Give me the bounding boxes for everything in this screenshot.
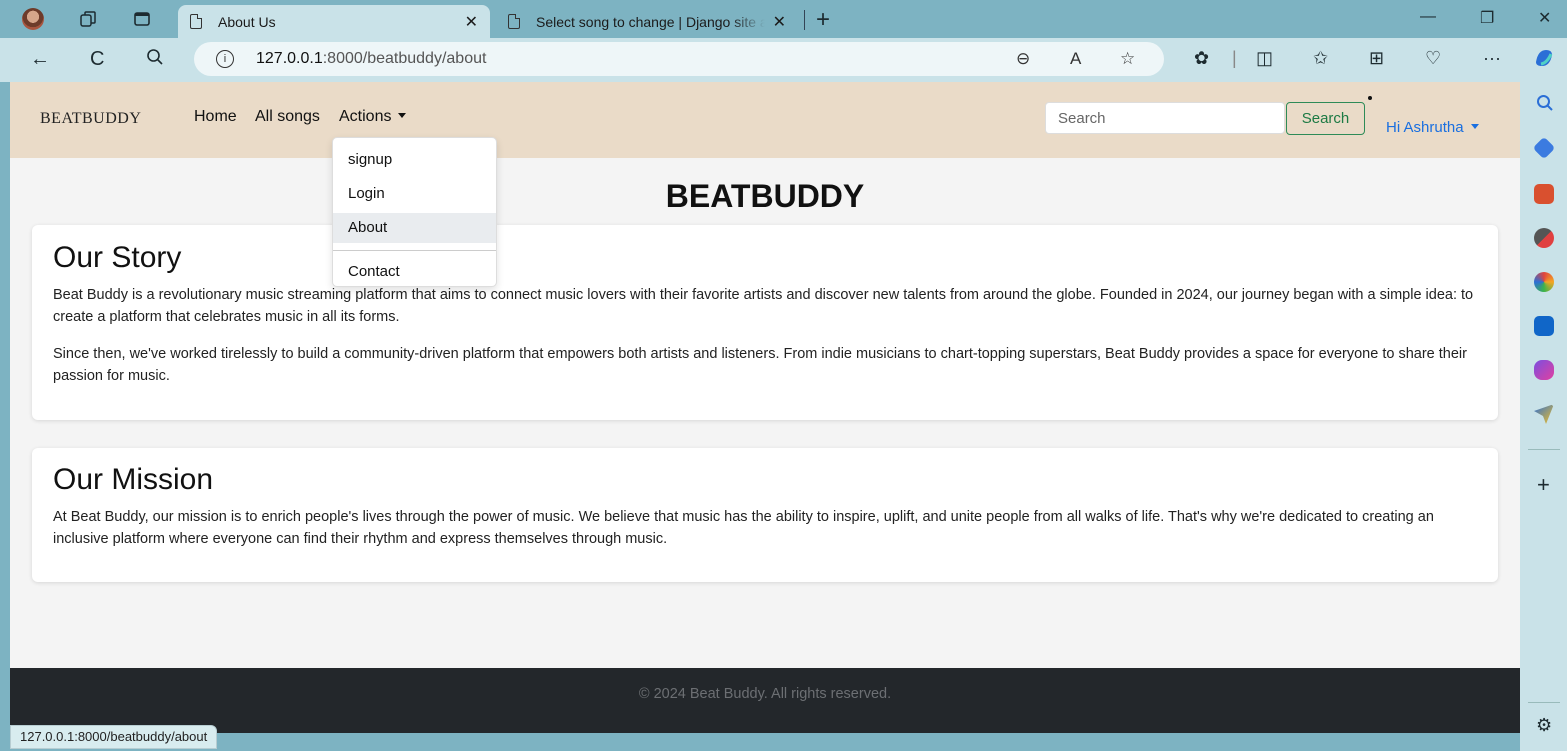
telegram-send-icon[interactable] xyxy=(1534,404,1554,424)
nav-all-songs-link[interactable]: All songs xyxy=(255,108,320,126)
page-icon xyxy=(190,14,202,29)
site-navbar: BEATBUDDY Home All songs Actions Search … xyxy=(10,82,1520,158)
caret-down-icon xyxy=(398,113,407,118)
games-icon[interactable] xyxy=(1534,228,1554,248)
page-viewport: BEATBUDDY Home All songs Actions Search … xyxy=(10,82,1520,733)
back-icon[interactable]: ← xyxy=(30,48,50,71)
dropdown-item-signup[interactable]: signup xyxy=(333,145,496,175)
workspaces-icon[interactable] xyxy=(77,8,99,30)
site-info-icon[interactable]: i xyxy=(216,50,234,68)
edge-sidebar: + ⚙ xyxy=(1520,82,1567,751)
close-tab-icon[interactable]: ✕ xyxy=(773,12,786,32)
user-greeting: Hi Ashrutha xyxy=(1386,119,1464,136)
tab-title: Select song to change | Django site admi… xyxy=(536,13,765,30)
shopping-tag-icon[interactable] xyxy=(1532,136,1556,160)
toolbar-divider: | xyxy=(1232,48,1237,68)
tab-divider xyxy=(804,10,805,30)
address-bar[interactable]: i 127.0.0.1:8000/beatbuddy/about ⊖ A ☆ xyxy=(194,42,1164,76)
url-host: 127.0.0.1 xyxy=(256,50,323,67)
search-button[interactable]: Search xyxy=(1286,102,1365,135)
actions-dropdown-menu: signup Login About Contact xyxy=(332,137,497,287)
user-menu-dropdown[interactable]: Hi Ashrutha xyxy=(1386,119,1479,136)
dropdown-item-about[interactable]: About xyxy=(333,213,496,243)
browser-essentials-icon[interactable]: ♡ xyxy=(1425,48,1441,69)
outlook-icon[interactable] xyxy=(1534,316,1554,336)
extensions-icon[interactable]: ✿ xyxy=(1194,48,1209,69)
profile-avatar[interactable] xyxy=(22,8,44,30)
sidebar-search-icon[interactable] xyxy=(1536,94,1554,117)
designer-icon[interactable] xyxy=(1534,360,1554,380)
browser-tab-strip: About Us ✕ Select song to change | Djang… xyxy=(0,0,1567,38)
sidebar-divider xyxy=(1528,702,1560,703)
sidebar-divider xyxy=(1528,449,1560,450)
page-icon xyxy=(508,14,520,29)
caret-down-icon xyxy=(1470,124,1479,129)
tab-actions-icon[interactable] xyxy=(131,8,153,30)
new-tab-icon[interactable]: + xyxy=(816,6,830,34)
url-path: :8000/beatbuddy/about xyxy=(322,50,487,67)
url-text[interactable]: 127.0.0.1:8000/beatbuddy/about xyxy=(256,50,486,68)
favorite-star-icon[interactable]: ☆ xyxy=(1120,49,1135,69)
refresh-icon[interactable]: C xyxy=(90,48,104,71)
browser-toolbar: ← C i 127.0.0.1:8000/beatbuddy/about ⊖ A… xyxy=(0,38,1567,82)
our-story-heading: Our Story xyxy=(53,241,182,274)
restore-icon[interactable]: ❐ xyxy=(1480,8,1494,28)
favorites-icon[interactable]: ✩ xyxy=(1313,48,1328,69)
dropdown-item-login[interactable]: Login xyxy=(333,179,496,209)
our-story-paragraph-1: Beat Buddy is a revolutionary music stre… xyxy=(53,287,1474,325)
microsoft-365-icon[interactable] xyxy=(1534,272,1554,292)
nav-actions-dropdown[interactable]: Actions xyxy=(339,108,407,126)
notification-dot xyxy=(1368,96,1372,100)
read-aloud-icon[interactable]: A xyxy=(1070,49,1081,69)
more-options-icon[interactable]: ··· xyxy=(1483,48,1501,69)
our-mission-heading: Our Mission xyxy=(53,463,214,496)
tab-about-us[interactable]: About Us ✕ xyxy=(178,5,490,38)
search-icon[interactable] xyxy=(146,48,164,72)
site-footer: © 2024 Beat Buddy. All rights reserved. xyxy=(10,668,1520,733)
zoom-out-icon[interactable]: ⊖ xyxy=(1016,49,1030,69)
our-mission-paragraph: At Beat Buddy, our mission is to enrich … xyxy=(53,509,1434,547)
sidebar-add-icon[interactable]: + xyxy=(1537,472,1550,498)
close-tab-icon[interactable]: ✕ xyxy=(465,12,478,32)
split-screen-icon[interactable]: ◫ xyxy=(1256,48,1273,69)
minimize-icon[interactable]: — xyxy=(1420,8,1436,26)
our-story-paragraph-2: Since then, we've worked tirelessly to b… xyxy=(53,346,1467,384)
copilot-icon[interactable] xyxy=(1532,46,1556,75)
tab-django-admin[interactable]: Select song to change | Django site admi… xyxy=(496,5,798,38)
close-window-icon[interactable]: ✕ xyxy=(1538,8,1551,28)
search-input[interactable] xyxy=(1045,102,1285,134)
tab-title: About Us xyxy=(218,13,276,30)
actions-label: Actions xyxy=(339,108,392,125)
site-brand[interactable]: BEATBUDDY xyxy=(40,110,141,128)
dropdown-divider xyxy=(333,250,496,251)
sidebar-settings-icon[interactable]: ⚙ xyxy=(1536,715,1552,736)
footer-copyright: © 2024 Beat Buddy. All rights reserved. xyxy=(638,686,892,702)
our-mission-card: Our Mission At Beat Buddy, our mission i… xyxy=(32,448,1498,582)
nav-home-link[interactable]: Home xyxy=(194,108,237,126)
tools-briefcase-icon[interactable] xyxy=(1534,184,1554,204)
status-bar-url: 127.0.0.1:8000/beatbuddy/about xyxy=(10,725,218,749)
page-title: BEATBUDDY xyxy=(665,178,865,214)
collections-icon[interactable]: ⊞ xyxy=(1369,48,1384,69)
dropdown-item-contact[interactable]: Contact xyxy=(333,257,496,287)
our-story-card: Our Story Beat Buddy is a revolutionary … xyxy=(32,225,1498,420)
